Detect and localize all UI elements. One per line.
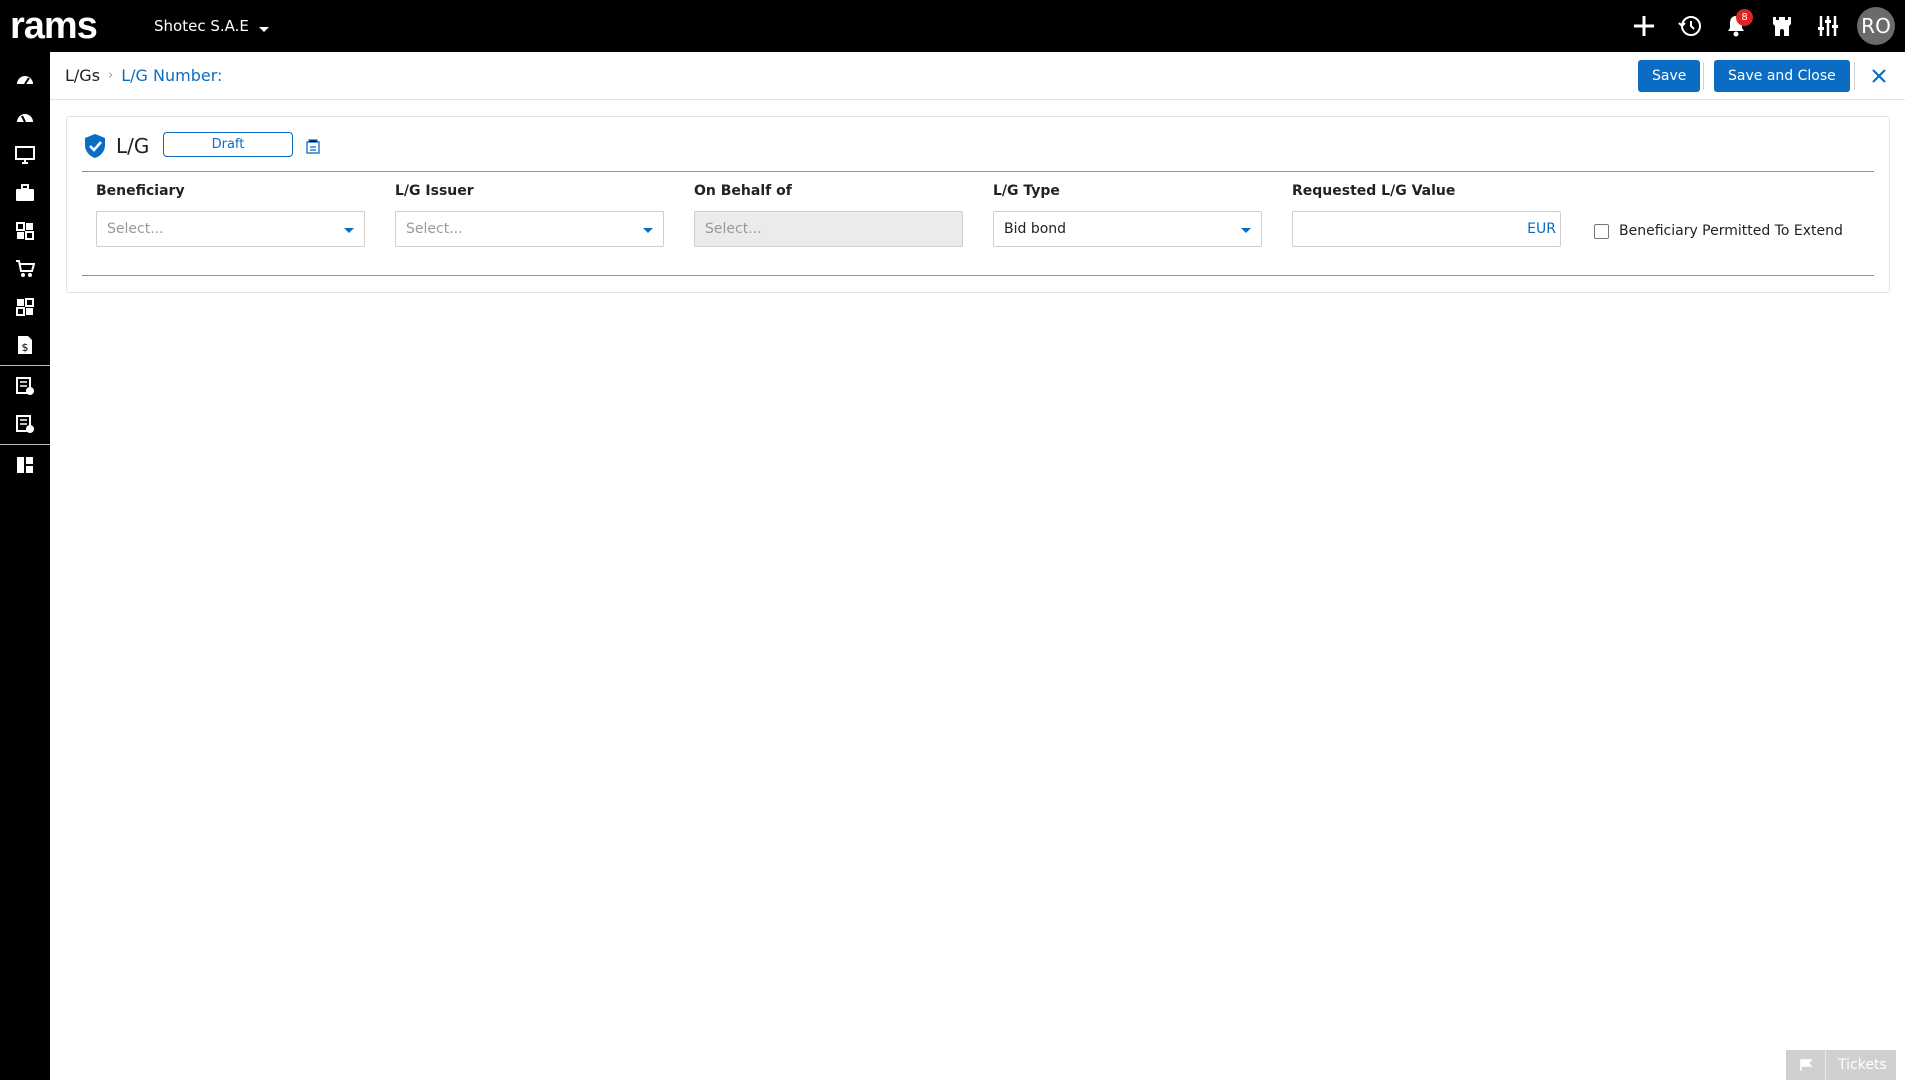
monitor-icon <box>15 146 35 164</box>
on-behalf-of-placeholder: Select... <box>705 221 762 237</box>
sidebar-item-dashboard-alt[interactable] <box>0 98 50 136</box>
modules-alt-icon <box>16 298 34 316</box>
print-document-icon[interactable] <box>305 139 321 155</box>
lg-card: L/G Draft Beneficiary Select... L/G Issu… <box>66 116 1890 293</box>
add-button[interactable] <box>1621 0 1667 52</box>
page-header: L/Gs › L/G Number: Save Save and Close <box>50 52 1905 100</box>
cart-icon <box>16 260 35 277</box>
sidebar-item-finance[interactable]: $ <box>0 326 50 364</box>
user-avatar[interactable]: RO <box>1857 7 1895 45</box>
castle-button[interactable] <box>1759 0 1805 52</box>
document-clock-icon <box>16 415 34 433</box>
card-bottom-divider <box>82 275 1874 276</box>
requested-value-label: Requested L/G Value <box>1292 183 1456 199</box>
add-icon <box>1634 16 1654 36</box>
beneficiary-label: Beneficiary <box>96 183 185 199</box>
dashboard-alt-icon <box>17 114 33 123</box>
sliders-icon <box>1818 16 1838 36</box>
close-button[interactable] <box>1865 62 1893 90</box>
permitted-to-extend-label: Beneficiary Permitted To Extend <box>1619 223 1843 239</box>
sidebar-item-modules[interactable] <box>0 212 50 250</box>
issuer-placeholder: Select... <box>406 221 463 237</box>
sidebar-item-modules-alt[interactable] <box>0 288 50 326</box>
chevron-down-icon <box>643 228 653 233</box>
sidebar-item-cart[interactable] <box>0 250 50 288</box>
notifications-button[interactable]: 8 <box>1713 0 1759 52</box>
dashboard-icon <box>17 76 33 85</box>
save-and-close-button[interactable]: Save and Close <box>1714 60 1850 92</box>
chevron-down-icon <box>1241 228 1251 233</box>
issuer-field: L/G Issuer Select... <box>395 183 664 247</box>
divider <box>1854 62 1855 90</box>
notification-count-badge: 8 <box>1736 9 1753 26</box>
on-behalf-of-field: On Behalf of Select... <box>694 183 963 247</box>
document-check-icon <box>16 377 34 395</box>
sidebar-divider <box>0 365 50 366</box>
close-icon <box>1872 69 1886 83</box>
requested-value-input[interactable]: EUR <box>1292 211 1561 247</box>
svg-text:$: $ <box>22 341 29 354</box>
breadcrumb-root-link[interactable]: L/Gs <box>65 66 100 85</box>
card-title: L/G <box>116 134 150 158</box>
breadcrumb: L/Gs › L/G Number: <box>65 66 222 85</box>
settings-button[interactable] <box>1805 0 1851 52</box>
sidebar-item-pending[interactable] <box>0 405 50 443</box>
company-name: Shotec S.A.E <box>154 17 249 35</box>
sidebar-item-monitor[interactable] <box>0 136 50 174</box>
sidebar: $ <box>0 52 50 1080</box>
top-bar: rams Shotec S.A.E 8 RO <box>0 0 1905 52</box>
status-badge: Draft <box>163 132 293 157</box>
divider <box>1703 62 1704 90</box>
breadcrumb-current: L/G Number: <box>121 66 223 85</box>
tickets-button[interactable]: Tickets <box>1786 1050 1896 1080</box>
sidebar-item-dashboard[interactable] <box>0 60 50 98</box>
beneficiary-placeholder: Select... <box>107 221 164 237</box>
modules-icon <box>16 222 34 240</box>
on-behalf-of-label: On Behalf of <box>694 183 792 199</box>
app-logo[interactable]: rams <box>10 4 98 48</box>
flag-icon <box>1786 1050 1826 1080</box>
company-selector[interactable]: Shotec S.A.E <box>154 17 269 35</box>
currency-label: EUR <box>1527 221 1556 237</box>
logo-text: rams <box>10 4 98 47</box>
money-document-icon: $ <box>18 336 32 354</box>
history-button[interactable] <box>1667 0 1713 52</box>
lg-type-value: Bid bond <box>1004 221 1067 237</box>
sidebar-item-approvals[interactable] <box>0 367 50 405</box>
lg-type-field: L/G Type Bid bond <box>993 183 1262 247</box>
requested-value-field: Requested L/G Value EUR <box>1292 183 1561 247</box>
beneficiary-field: Beneficiary Select... <box>96 183 365 247</box>
sidebar-item-columns[interactable] <box>0 446 50 484</box>
sidebar-item-briefcase[interactable] <box>0 174 50 212</box>
tickets-label: Tickets <box>1838 1057 1887 1073</box>
issuer-select[interactable]: Select... <box>395 211 664 247</box>
chevron-right-icon: › <box>108 68 114 83</box>
shield-check-icon <box>85 134 105 158</box>
castle-icon <box>1773 17 1791 36</box>
briefcase-icon <box>16 184 34 201</box>
card-header-divider <box>82 171 1874 172</box>
on-behalf-of-select: Select... <box>694 211 963 247</box>
lg-type-label: L/G Type <box>993 183 1060 199</box>
beneficiary-select[interactable]: Select... <box>96 211 365 247</box>
permitted-to-extend-option: Beneficiary Permitted To Extend <box>1594 223 1843 239</box>
chevron-down-icon <box>258 26 269 32</box>
issuer-label: L/G Issuer <box>395 183 474 199</box>
history-icon <box>1678 16 1701 36</box>
permitted-to-extend-checkbox[interactable] <box>1594 223 1609 239</box>
lg-type-select[interactable]: Bid bond <box>993 211 1262 247</box>
sidebar-divider <box>0 444 50 445</box>
columns-icon <box>17 457 33 473</box>
chevron-down-icon <box>344 228 354 233</box>
save-button[interactable]: Save <box>1638 60 1701 92</box>
